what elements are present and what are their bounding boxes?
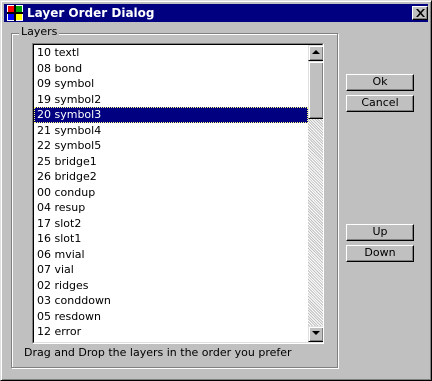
grid-app-icon	[7, 5, 23, 21]
layer-list-item[interactable]: 26 bridge2	[34, 169, 308, 185]
layer-list-item[interactable]: 16 slot1	[34, 231, 308, 247]
layer-list-item[interactable]: 10 textl	[34, 45, 308, 61]
title-bar[interactable]: Layer Order Dialog	[4, 4, 428, 22]
layer-items: 10 textl 08 bond 09 symbol 19 symbol2 20 sym…	[34, 45, 308, 342]
layer-list-item[interactable]: 09 symbol	[34, 76, 308, 92]
move-down-button[interactable]: Down	[346, 245, 414, 262]
layer-list-item[interactable]: 25 bridge1	[34, 154, 308, 170]
layer-list-item[interactable]: 19 symbol2	[34, 92, 308, 108]
layer-list-item[interactable]: 17 slot2	[34, 216, 308, 232]
cancel-button[interactable]: Cancel	[346, 95, 414, 112]
scroll-thumb[interactable]	[308, 61, 323, 119]
close-x-icon	[416, 9, 425, 17]
layer-list-item[interactable]: 20 symbol3	[34, 107, 308, 123]
ok-button[interactable]: Ok	[346, 74, 414, 91]
layer-order-dialog: Layer Order Dialog Layers 10 textl 08 bon…	[0, 0, 432, 381]
close-button[interactable]	[412, 6, 428, 20]
arrow-up-icon	[312, 50, 320, 54]
listbox-frame: 10 textl 08 bond 09 symbol 19 symbol2 20 sym…	[33, 44, 323, 343]
layer-list-item[interactable]: 03 conddown	[34, 293, 308, 309]
layer-list-item[interactable]: 06 mvial	[34, 247, 308, 263]
layer-list-item[interactable]: 05 resdown	[34, 309, 308, 325]
move-up-button[interactable]: Up	[346, 224, 414, 241]
window-title: Layer Order Dialog	[27, 6, 155, 20]
layer-list-item[interactable]: 21 symbol4	[34, 123, 308, 139]
arrow-down-icon	[312, 331, 320, 335]
drag-drop-hint: Drag and Drop the layers in the order yo…	[24, 346, 292, 359]
layer-list-item[interactable]: 15 endobjbo	[34, 340, 308, 343]
scroll-up-button[interactable]	[308, 45, 323, 61]
layer-list-item[interactable]: 07 vial	[34, 262, 308, 278]
scroll-down-button[interactable]	[308, 326, 323, 342]
layers-group-label: Layers	[19, 25, 60, 39]
layer-list-item[interactable]: 00 condup	[34, 185, 308, 201]
layers-listbox[interactable]: 10 textl 08 bond 09 symbol 19 symbol2 20 sym…	[32, 43, 324, 344]
layer-list-item[interactable]: 08 bond	[34, 61, 308, 77]
layer-list-item[interactable]: 04 resup	[34, 200, 308, 216]
layer-list-item[interactable]: 22 symbol5	[34, 138, 308, 154]
layer-list-item[interactable]: 12 error	[34, 324, 308, 340]
vertical-scrollbar[interactable]	[308, 45, 323, 342]
layer-list-item[interactable]: 02 ridges	[34, 278, 308, 294]
